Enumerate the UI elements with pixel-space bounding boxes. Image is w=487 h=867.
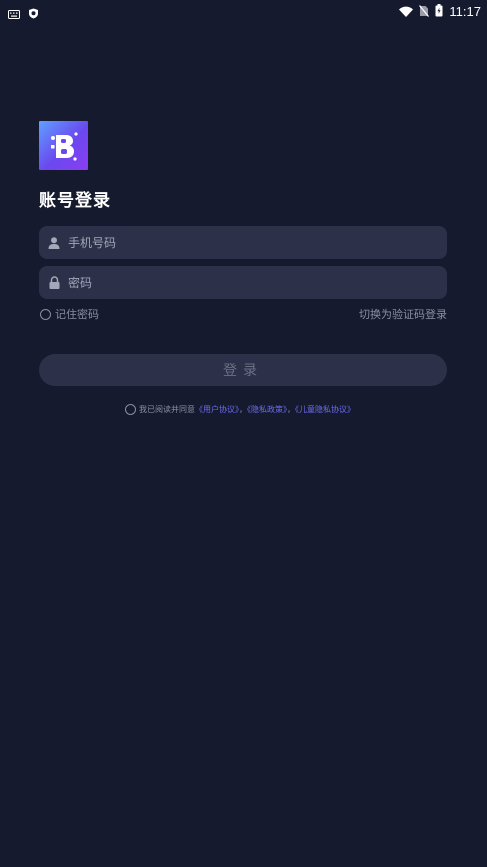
page-title: 账号登录: [39, 191, 111, 211]
keyboard-icon: [8, 4, 20, 23]
phone-input[interactable]: [66, 234, 410, 251]
remember-radio[interactable]: [40, 308, 51, 320]
phone-field[interactable]: [39, 226, 447, 259]
status-bar: 11:17: [0, 0, 487, 20]
remember-password[interactable]: 记住密码: [40, 306, 99, 322]
user-agreement-link[interactable]: 《用户协议》: [195, 405, 239, 414]
login-button[interactable]: 登录: [39, 354, 447, 386]
lock-icon: [47, 276, 61, 290]
password-input[interactable]: [66, 274, 410, 291]
user-icon: [47, 236, 61, 250]
agreement-separator-2: ，: [287, 405, 295, 414]
children-privacy-link[interactable]: 《儿童隐私协议》: [295, 405, 355, 414]
privacy-policy-link[interactable]: 《隐私政策》: [247, 405, 287, 414]
agreement-separator-1: ，: [239, 405, 247, 414]
agreement-radio[interactable]: [125, 404, 136, 415]
battery-icon: [435, 2, 443, 21]
wifi-icon: [399, 2, 414, 21]
agreement-row: 我已阅读并同意《用户协议》，《隐私政策》，《儿童隐私协议》: [125, 404, 355, 415]
switch-to-code-login-link[interactable]: 切换为验证码登录: [359, 306, 447, 322]
password-field[interactable]: [39, 266, 447, 299]
remember-label: 记住密码: [55, 308, 99, 321]
clock: 11:17: [449, 4, 481, 19]
no-sim-icon: [419, 2, 430, 21]
app-logo: [39, 121, 88, 170]
shield-icon: [28, 4, 39, 23]
agreement-prefix: 我已阅读并同意: [139, 405, 195, 414]
